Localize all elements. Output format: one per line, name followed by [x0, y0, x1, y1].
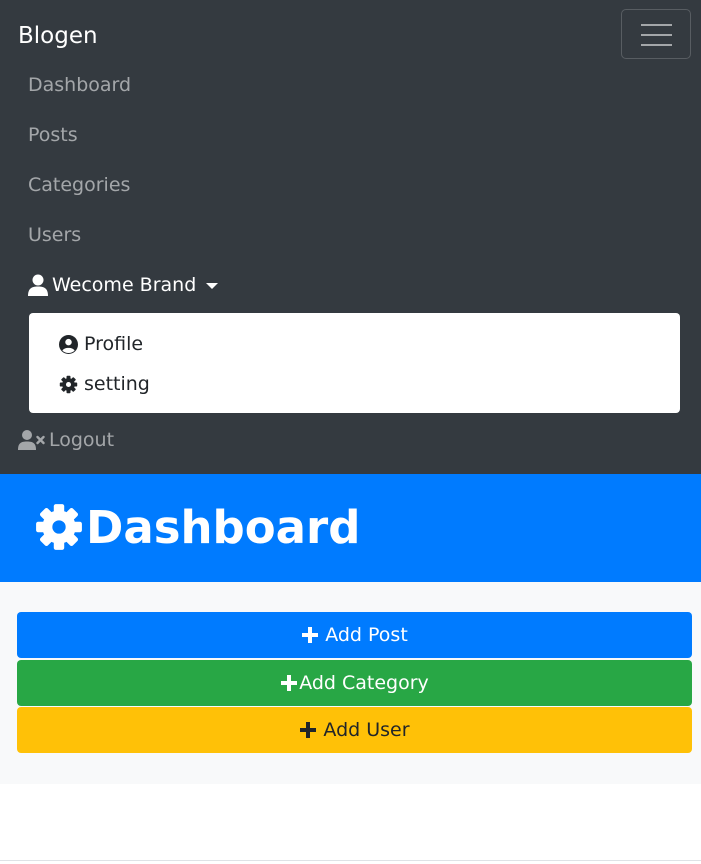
plus-icon — [302, 627, 319, 643]
logout-label: Logout — [49, 429, 115, 451]
navbar-toggler-button[interactable] — [621, 9, 691, 59]
gear-icon — [59, 375, 78, 393]
nav-link-posts[interactable]: Posts — [28, 123, 78, 147]
user-menu-label: Wecome Brand — [52, 274, 197, 296]
user-dropdown-menu: Profile setting — [29, 313, 680, 413]
caret-down-icon — [206, 283, 219, 289]
nav-link-dashboard[interactable]: Dashboard — [28, 73, 131, 97]
navbar: Blogen Dashboard Posts Categories Users … — [0, 0, 701, 474]
dropdown-item-setting-label: setting — [84, 373, 150, 395]
page-title: Dashboard — [34, 498, 360, 556]
logout-link[interactable]: Logout — [18, 427, 114, 453]
add-user-label: Add User — [323, 719, 410, 741]
user-times-icon — [18, 430, 45, 450]
add-post-label: Add Post — [325, 624, 408, 646]
hamburger-icon — [641, 24, 672, 26]
page-header: Dashboard — [0, 474, 701, 582]
add-post-button[interactable]: Add Post — [17, 612, 692, 658]
add-category-label: Add Category — [299, 672, 429, 694]
divider — [0, 860, 701, 861]
plus-icon — [281, 675, 298, 691]
dropdown-item-profile-label: Profile — [84, 333, 144, 355]
dropdown-item-profile[interactable]: Profile — [59, 331, 143, 357]
user-icon — [28, 274, 48, 296]
page-title-text: Dashboard — [86, 500, 361, 554]
user-circle-icon — [59, 334, 78, 354]
add-user-button[interactable]: Add User — [17, 707, 692, 753]
plus-icon — [300, 722, 317, 738]
add-category-button[interactable]: Add Category — [17, 660, 692, 706]
quick-actions: Add Post Add Category Add User — [0, 582, 701, 784]
gear-icon — [36, 504, 82, 550]
nav-link-users[interactable]: Users — [28, 223, 81, 247]
user-dropdown-toggle[interactable]: Wecome Brand — [28, 272, 219, 298]
nav-link-categories[interactable]: Categories — [28, 173, 130, 197]
dropdown-item-setting[interactable]: setting — [59, 371, 150, 397]
navbar-brand[interactable]: Blogen — [18, 22, 98, 50]
